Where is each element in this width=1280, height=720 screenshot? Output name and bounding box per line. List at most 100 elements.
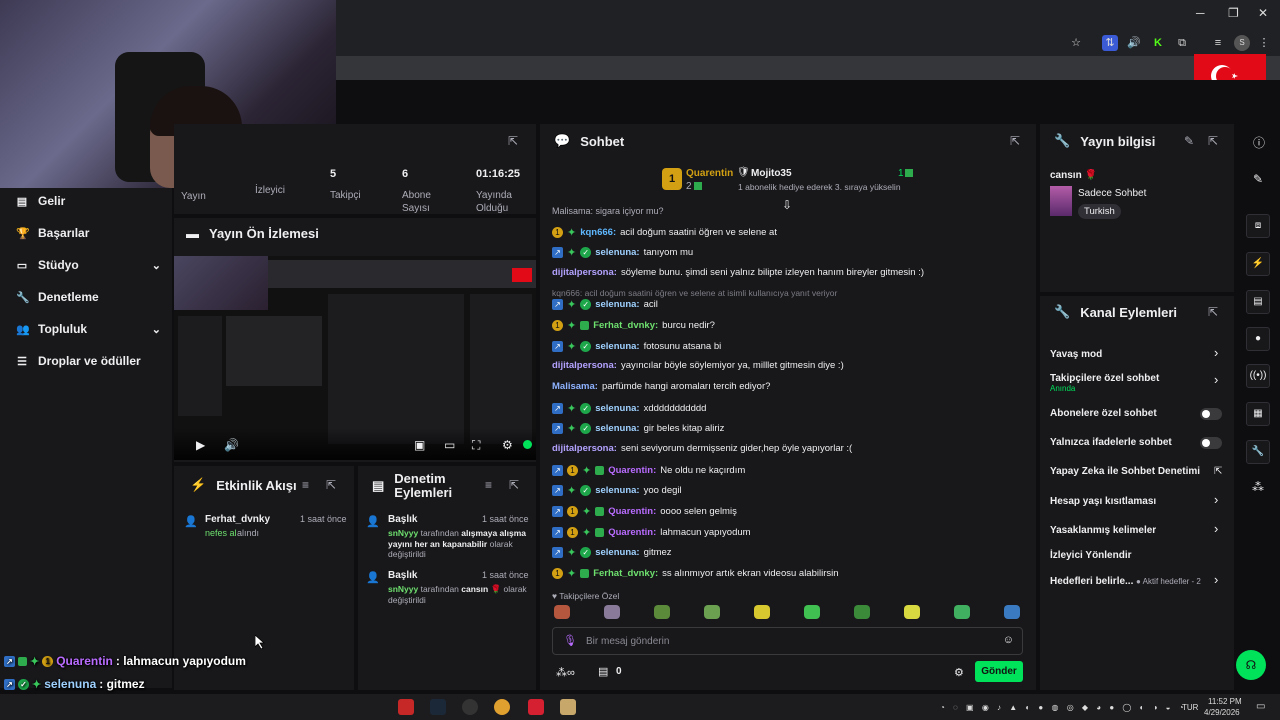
clock-date[interactable]: 4/29/2026	[1204, 708, 1240, 717]
dashboard-icon[interactable]: ▦	[1246, 402, 1270, 426]
emote-icon[interactable]	[904, 605, 920, 619]
language-indicator[interactable]: TUR	[1182, 703, 1198, 712]
info-icon[interactable]: ⓘ	[1253, 134, 1265, 151]
gift-box-icon[interactable]: ▤	[598, 665, 608, 678]
pip-icon[interactable]: ▣	[414, 438, 425, 452]
emote-picker-icon[interactable]: ☺	[1003, 634, 1014, 646]
notification-icon[interactable]: ▭	[1256, 701, 1265, 712]
filter-icon[interactable]: ≡	[302, 478, 309, 492]
share-icon[interactable]: ⁂	[1252, 480, 1264, 494]
app-icon[interactable]	[528, 699, 544, 715]
emote-icon[interactable]	[804, 605, 820, 619]
emote-icon[interactable]	[1004, 605, 1020, 619]
toggle-switch[interactable]	[1200, 408, 1222, 420]
chat-username[interactable]: Quarentin:	[608, 465, 656, 476]
chat-username[interactable]: selenuna:	[595, 299, 639, 310]
settings-gear-icon[interactable]: ⚙	[502, 438, 513, 452]
send-button[interactable]: Gönder	[975, 661, 1023, 682]
chat-username[interactable]: Ferhat_dvnky:	[593, 320, 658, 331]
channel-action-label[interactable]: Takipçilere özel sohbet	[1050, 373, 1159, 384]
sidebar-item-drops[interactable]: ☰ Droplar ve ödüller	[16, 354, 161, 368]
channel-action-label[interactable]: Yasaklanmış kelimeler	[1050, 525, 1156, 536]
chrome-icon[interactable]	[494, 699, 510, 715]
restore-button[interactable]: ❐	[1228, 6, 1239, 20]
emote-icon[interactable]	[854, 605, 870, 619]
emote-icon[interactable]	[954, 605, 970, 619]
leader-name[interactable]: Quarentin	[686, 168, 733, 179]
chat-username[interactable]: selenuna:	[595, 547, 639, 558]
chat-username[interactable]: selenuna:	[595, 341, 639, 352]
clip-icon[interactable]: ⧈	[1246, 214, 1270, 238]
emote-icon[interactable]	[554, 605, 570, 619]
extensions-puzzle-icon[interactable]: ⧉	[1174, 35, 1190, 51]
edit-pencil-icon[interactable]: ✎	[1253, 172, 1263, 186]
bookmark-star-icon[interactable]: ☆	[1068, 35, 1084, 51]
chat-bubble-icon[interactable]: ●	[1246, 327, 1270, 351]
stream-category[interactable]: Sadece Sohbet	[1078, 188, 1146, 199]
close-window-button[interactable]: ✕	[1258, 6, 1268, 20]
channel-action-label[interactable]: Hedefleri belirle...	[1050, 576, 1133, 587]
microphone-icon[interactable]: 🎙	[563, 634, 577, 647]
obs-icon[interactable]	[462, 699, 478, 715]
channel-action-label[interactable]: İzleyici Yönlendir	[1050, 550, 1132, 561]
popout-icon[interactable]: ⇱	[509, 478, 519, 492]
wrench-icon[interactable]: 🔧	[1246, 440, 1270, 464]
emote-icon[interactable]	[604, 605, 620, 619]
bolt-icon[interactable]: ⚡	[1246, 252, 1270, 276]
support-chat-button[interactable]: ☊	[1236, 650, 1266, 680]
sidebar-item-studio[interactable]: ▭ Stüdyo ⌄	[16, 258, 161, 272]
system-tray-icons[interactable]: ◔ ◌ ▣ ◉ ♪ ▲ ◐ ● ◍ ◎ ◆ ◕ ● ◯ ◐ ◑ ◒ ◔	[940, 703, 1187, 712]
filter-icon[interactable]: ≡	[485, 478, 492, 492]
chevron-right-icon[interactable]: ›	[1214, 572, 1218, 587]
chat-username[interactable]: Malisama:	[552, 381, 598, 392]
sidebar-item-community[interactable]: 👥 Topluluk ⌄	[16, 322, 161, 336]
stream-tag[interactable]: Turkish	[1078, 204, 1121, 219]
chevron-right-icon[interactable]: ›	[1214, 521, 1218, 536]
edit-pencil-icon[interactable]: ✎	[1184, 134, 1194, 148]
popout-icon[interactable]: ⇱	[1010, 134, 1020, 148]
sidebar-item-achievements[interactable]: 🏆 Başarılar	[16, 226, 161, 240]
toggle-switch[interactable]	[1200, 437, 1222, 449]
leader-name[interactable]: Mojito35	[751, 168, 792, 179]
media-controls-icon[interactable]: ≡	[1210, 35, 1226, 51]
volume-icon[interactable]: 🔊	[224, 438, 239, 452]
chevron-right-icon[interactable]: ›	[1214, 492, 1218, 507]
popout-icon[interactable]: ⇱	[1208, 134, 1218, 148]
chat-settings-icon[interactable]: ⚙	[954, 666, 964, 679]
chat-username[interactable]: dijitalpersona:	[552, 267, 617, 278]
chat-username[interactable]: selenuna:	[595, 485, 639, 496]
emote-icon[interactable]	[754, 605, 770, 619]
external-link-icon[interactable]: ⇱	[1214, 466, 1222, 477]
channel-action-label[interactable]: Yapay Zeka ile Sohbet Denetimi	[1050, 466, 1200, 477]
modlog-actor[interactable]: snNyyy	[388, 584, 418, 594]
stream-preview-video[interactable]	[174, 256, 536, 460]
profile-avatar[interactable]: S	[1234, 35, 1250, 51]
clipboard-icon[interactable]: ▤	[1246, 290, 1270, 314]
fullscreen-icon[interactable]: ⛶	[472, 438, 480, 453]
chat-username[interactable]: selenuna:	[595, 403, 639, 414]
emote-icon[interactable]	[654, 605, 670, 619]
channel-action-label[interactable]: Yavaş mod	[1050, 349, 1102, 360]
translate-extension-icon[interactable]: ⇅	[1102, 35, 1118, 51]
chat-username[interactable]: selenuna:	[595, 423, 639, 434]
points-icon[interactable]: ⁂∞	[556, 666, 575, 679]
channel-action-label[interactable]: Abonelere özel sohbet	[1050, 408, 1157, 419]
sidebar-item-moderation[interactable]: 🔧 Denetleme	[16, 290, 161, 304]
category-thumbnail[interactable]	[1050, 186, 1072, 216]
kick-extension-icon[interactable]: K	[1150, 35, 1166, 51]
play-icon[interactable]: ▶	[196, 438, 205, 452]
emote-icon[interactable]	[704, 605, 720, 619]
league-icon[interactable]	[560, 699, 576, 715]
popout-icon[interactable]: ⇱	[1208, 305, 1218, 319]
chevron-right-icon[interactable]: ›	[1214, 372, 1218, 387]
popout-icon[interactable]: ⇱	[508, 134, 518, 148]
minimize-button[interactable]: ─	[1196, 6, 1205, 20]
steam-icon[interactable]	[430, 699, 446, 715]
chat-username[interactable]: Ferhat_dvnky:	[593, 568, 658, 579]
chat-username[interactable]: Quarentin:	[608, 506, 656, 517]
broadcast-icon[interactable]: ((•))	[1246, 364, 1270, 388]
chat-username[interactable]: selenuna:	[595, 247, 639, 258]
channel-action-label[interactable]: Hesap yaşı kısıtlaması	[1050, 496, 1156, 507]
chat-input[interactable]: 🎙 Bir mesaj gönderin ☺	[552, 627, 1023, 655]
browser-menu-icon[interactable]: ⋮	[1256, 35, 1272, 51]
